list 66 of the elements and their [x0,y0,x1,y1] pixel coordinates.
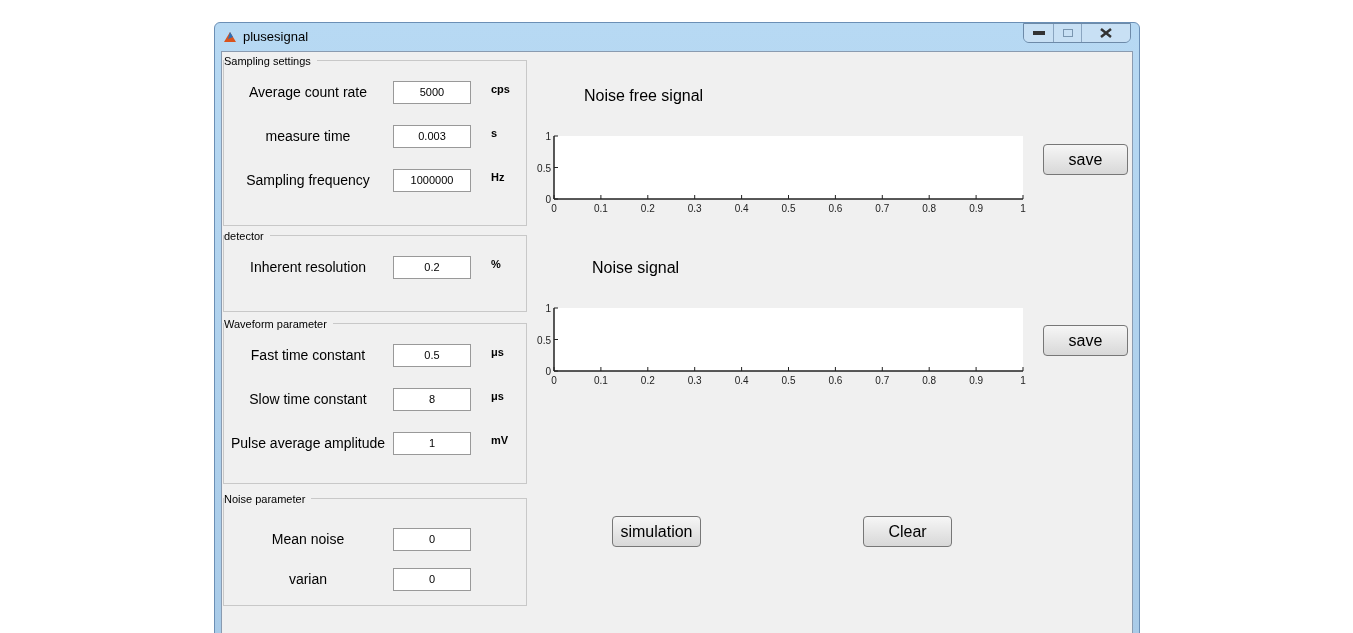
field-label: Inherent resolution [249,257,367,277]
unit-label: μs [491,344,504,360]
unit-label: cps [491,81,510,97]
y-axis [553,307,559,372]
save-button[interactable]: save [1043,325,1128,356]
field-label: Average count rate [247,82,368,102]
close-button[interactable] [1082,24,1130,42]
input-field[interactable]: 0 [393,527,471,551]
action-button[interactable]: Clear [863,516,952,547]
tick-label: 1 [1020,203,1026,214]
unit-label: % [491,256,501,272]
input-field[interactable]: 0.5 [393,343,471,367]
tick-label: 0.9 [969,203,984,214]
tick-label: 0.8 [922,375,937,386]
tick-label: 0 [545,194,551,205]
tick-label: 0.5 [781,375,796,386]
input-field[interactable]: 1000000 [393,168,471,192]
tick-label: 0.9 [969,375,984,386]
field-label: Pulse average amplitude [229,433,387,453]
close-icon [1100,28,1112,38]
tick-label: 1 [545,131,551,142]
tick-label: 0 [551,375,557,386]
tick-label: 0.4 [734,203,749,214]
field-label: Fast time constant [249,345,367,365]
tick-label: 0.4 [734,375,749,386]
plot-title: Noise signal [592,258,681,278]
tick-label: 0.7 [875,203,890,214]
tick-label: 0 [551,203,557,214]
input-field[interactable]: 5000 [393,80,471,104]
tick-label: 0.5 [537,162,551,174]
tick-label: 0.2 [640,375,655,386]
tick-label: 0.6 [828,203,843,214]
unit-label: s [491,125,498,141]
field-label: Slow time constant [248,389,368,409]
input-field[interactable]: 0 [393,567,471,591]
tick-label: 1 [545,303,551,314]
tick-label: 0.8 [922,203,937,214]
app-icon [223,30,237,44]
tick-label: 0.6 [828,375,843,386]
unit-label: Hz [491,169,505,185]
input-field[interactable]: 8 [393,387,471,411]
unit-label: mV [491,432,509,448]
tick-label: 0.1 [593,203,608,214]
field-label: Mean noise [270,529,346,549]
action-button[interactable]: simulation [612,516,701,547]
input-field[interactable]: 1 [393,431,471,455]
tick-label: 0.3 [687,203,702,214]
tick-label: 0.1 [593,375,608,386]
y-axis [553,135,559,200]
tick-label: 0.2 [640,203,655,214]
field-label: varian [287,569,329,589]
window-title: plusesignal [243,28,309,47]
save-button[interactable]: save [1043,144,1128,175]
tick-label: 0.3 [687,375,702,386]
input-field[interactable]: 0.003 [393,124,471,148]
minimize-button[interactable] [1024,24,1054,42]
tick-label: 0 [545,366,551,377]
plot-title: Noise free signal [584,86,705,106]
field-label: Sampling frequency [245,170,371,190]
field-label: measure time [264,126,352,146]
tick-label: 0.5 [781,203,796,214]
unit-label: μs [491,388,504,404]
tick-label: 0.5 [537,334,551,346]
input-field[interactable]: 0.2 [393,255,471,279]
tick-label: 1 [1020,375,1026,386]
tick-label: 0.7 [875,375,890,386]
